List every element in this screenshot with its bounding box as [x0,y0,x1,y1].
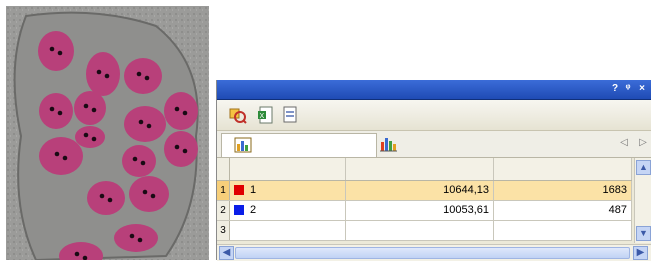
nucleus-marker [57,50,63,56]
tab-row: ◁ ▷ [217,131,651,158]
close-button[interactable]: × [636,82,648,96]
value-b-cell[interactable]: 487 [495,201,632,220]
nucleus-marker [132,156,138,162]
row-label: 2 [250,204,257,216]
tab-scroll-left-icon[interactable]: ◁ [618,136,630,150]
nucleus [75,126,105,148]
nucleus-marker [62,155,68,161]
scroll-left-icon[interactable]: ◀ [219,246,234,260]
export-excel-icon[interactable]: X [257,106,275,124]
nucleus-marker [83,103,89,109]
nucleus-marker [144,75,150,81]
nucleus-marker [104,73,110,79]
tab-scroll-right-icon[interactable]: ▷ [637,136,649,150]
table-row[interactable]: 2 2 10053,61 487 [217,201,632,221]
nucleus-marker [99,193,105,199]
nucleus-marker [91,136,97,142]
corner-cell [217,158,230,180]
nucleus-marker [137,237,143,243]
nucleus [39,93,73,129]
nucleus-marker [107,197,113,203]
nucleus [38,31,74,71]
toolbar: X [217,100,651,131]
help-button[interactable]: ? [609,82,621,96]
nucleus [39,137,83,175]
nucleus [164,92,198,130]
table-chart-icon [234,137,252,153]
segmented-cells-svg [6,6,209,260]
copy-icon[interactable] [281,106,299,124]
horizontal-scrollbar[interactable]: ◀ ▶ [217,244,651,261]
nucleus-marker [150,193,156,199]
tab-chart[interactable] [377,133,497,156]
nucleus-marker [174,144,180,150]
nucleus [86,52,120,96]
nucleus-marker [146,123,152,129]
vertical-scrollbar[interactable]: ▲ ▼ [634,158,651,243]
row-index[interactable]: 3 [217,221,230,240]
value-a-cell[interactable]: 10644,13 [346,181,494,200]
column-header-2[interactable] [346,158,494,180]
value-a-cell[interactable]: 10053,61 [346,201,494,220]
nucleus-marker [142,189,148,195]
nucleus [74,91,106,125]
table-row[interactable]: 3 [217,221,632,241]
nucleus-marker [54,151,60,157]
nucleus-marker [182,148,188,154]
nucleus [129,176,169,212]
nucleus [122,145,156,177]
svg-text:X: X [260,113,265,120]
nucleus [164,131,198,167]
nucleus-marker [57,110,63,116]
nucleus-marker [83,132,89,138]
color-swatch [234,205,244,215]
scroll-up-icon[interactable]: ▲ [636,160,651,175]
row-label-cell[interactable]: 1 [230,181,346,200]
nucleus-marker [96,69,102,75]
bar-chart-icon [380,138,397,152]
table-header [217,158,632,181]
row-label: 1 [250,184,257,196]
scroll-right-icon[interactable]: ▶ [633,246,648,260]
scroll-down-icon[interactable]: ▼ [636,226,651,241]
nucleus [124,106,166,142]
value-b-cell[interactable]: 1683 [495,181,632,200]
results-window: ? ᵠ × X ◁ ▷ 1 1 10644,13 1683 2 2 10053,… [216,80,651,261]
nucleus [114,224,158,252]
value-b-cell[interactable] [495,221,632,240]
nucleus [87,181,125,215]
color-swatch [234,185,244,195]
nucleus [124,58,162,94]
row-label-cell[interactable] [230,221,346,240]
row-index[interactable]: 1 [217,181,230,200]
nucleus-marker [91,107,97,113]
scroll-thumb[interactable] [235,247,630,259]
row-index[interactable]: 2 [217,201,230,220]
row-label-cell[interactable]: 2 [230,201,346,220]
nucleus-marker [182,110,188,116]
nucleus-marker [136,71,142,77]
microscopy-image [6,6,209,260]
nucleus-marker [49,46,55,52]
window-titlebar: ? ᵠ × [217,80,651,100]
column-header-3[interactable] [495,158,632,180]
nucleus-marker [129,233,135,239]
value-a-cell[interactable] [346,221,494,240]
nucleus-marker [74,251,80,257]
nucleus-marker [138,119,144,125]
pin-button[interactable]: ᵠ [622,82,634,96]
tab-table[interactable] [221,133,377,157]
table-row[interactable]: 1 1 10644,13 1683 [217,181,632,201]
nucleus-marker [174,106,180,112]
nucleus-marker [49,106,55,112]
nucleus-marker [140,160,146,166]
column-header-1[interactable] [230,158,346,180]
select-objects-icon[interactable] [229,106,247,124]
